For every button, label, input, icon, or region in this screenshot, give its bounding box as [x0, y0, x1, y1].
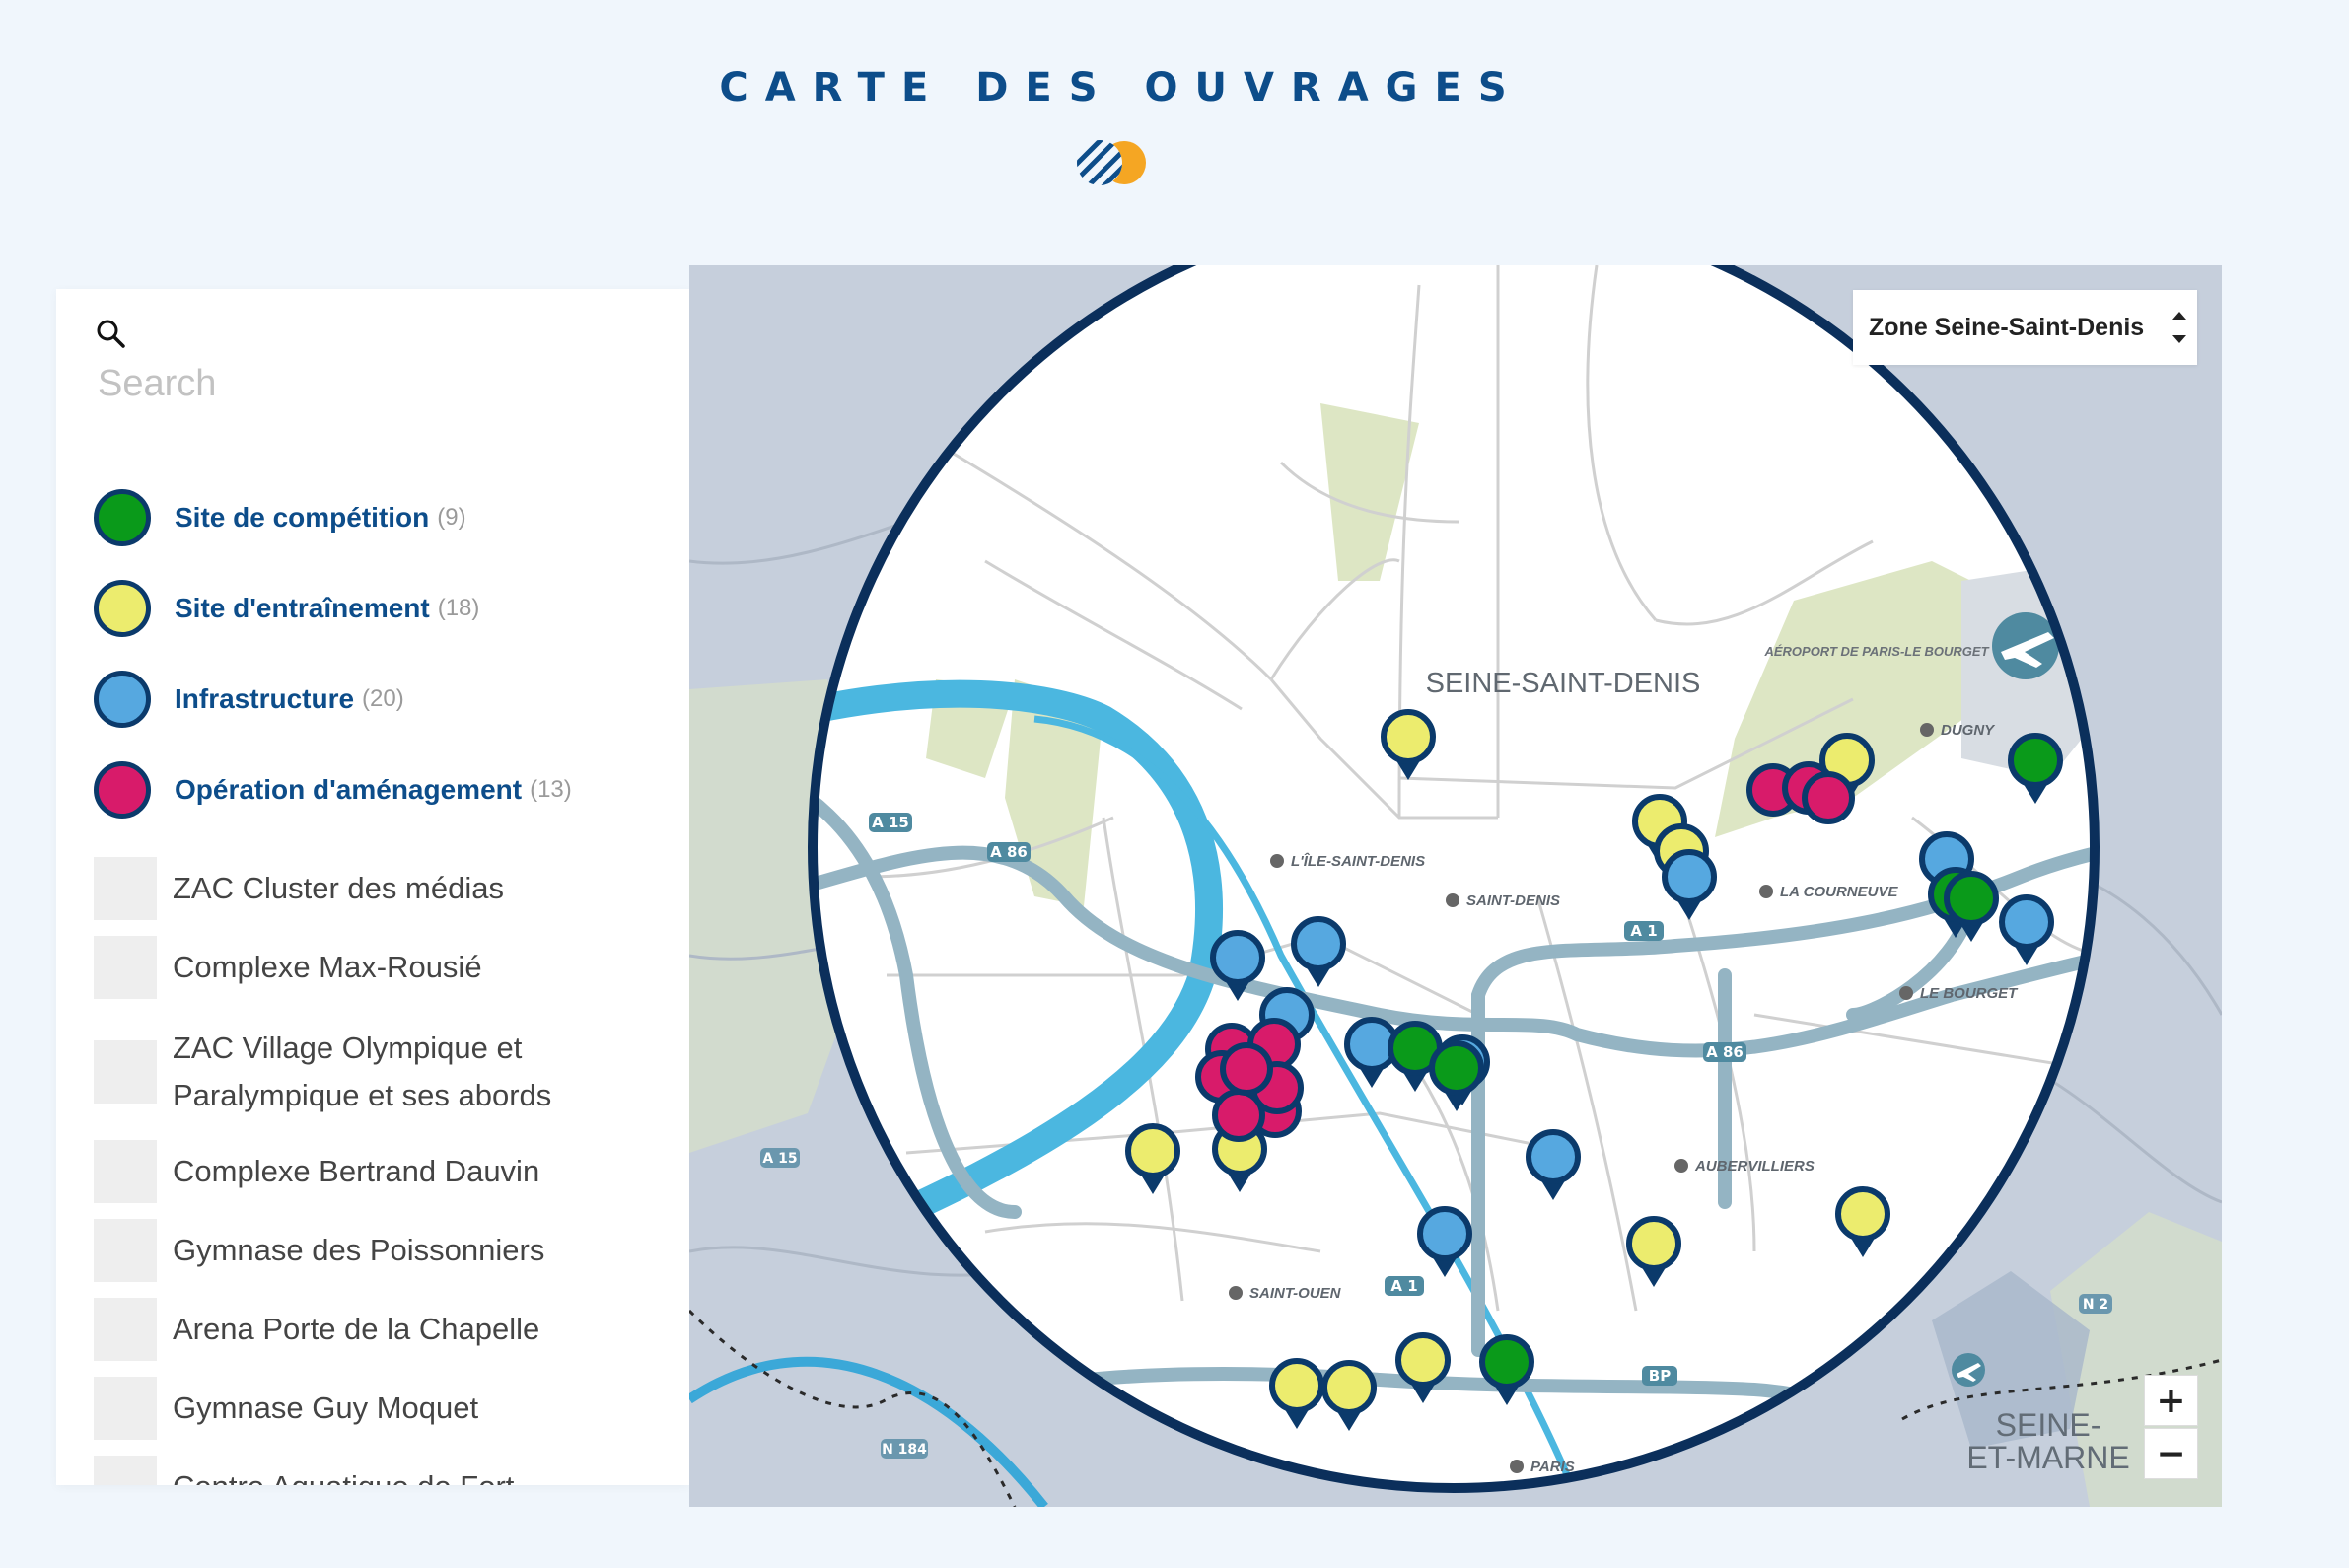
place-label: ZAC Village Olympique et Paralympique et…	[173, 1031, 552, 1112]
map-cluster-marker[interactable]	[1802, 771, 1855, 824]
list-item[interactable]: ZAC Cluster des médias	[94, 857, 676, 920]
outer-region-label: SEINE-	[1996, 1407, 2101, 1443]
zone-select-value: Zone Seine-Saint-Denis	[1869, 313, 2145, 341]
road-shield-label: N 2	[2083, 1297, 2108, 1313]
list-item[interactable]: Gymnase des Poissonniers	[94, 1219, 676, 1282]
checkbox[interactable]	[94, 1298, 157, 1361]
checkbox[interactable]	[94, 857, 157, 920]
legend-label: Site de compétition	[175, 502, 430, 533]
road-shield-label: A 86	[990, 843, 1028, 861]
checkbox[interactable]	[94, 1219, 157, 1282]
town-label: LA COURNEUVE	[1780, 884, 1898, 900]
town-label: L'ÎLE-SAINT-DENIS	[1291, 852, 1425, 870]
list-item[interactable]: Gymnase Guy Moquet	[94, 1377, 676, 1440]
legend-count: (9)	[437, 504, 466, 531]
search-icon[interactable]	[94, 317, 127, 350]
road-shield-label: A 86	[1706, 1043, 1744, 1061]
list-item[interactable]: Complexe Max-Rousié	[94, 936, 676, 999]
road-shield-label: N 184	[882, 1442, 927, 1458]
place-label: Arena Porte de la Chapelle	[173, 1312, 540, 1346]
road-shield-label: A 15	[872, 814, 909, 831]
town-label: LE BOURGET	[1920, 985, 2019, 1002]
place-label: Complexe Max-Rousié	[173, 950, 482, 984]
search-input[interactable]	[96, 358, 612, 409]
map-cluster-marker[interactable]	[1220, 1042, 1273, 1096]
road-shield-label: A 1	[1390, 1277, 1417, 1295]
infrastructure-dot-icon	[94, 671, 151, 728]
entrainement-dot-icon	[94, 580, 151, 637]
checkbox[interactable]	[94, 1140, 157, 1203]
checkbox[interactable]	[94, 936, 157, 999]
checkbox[interactable]	[94, 1040, 157, 1104]
legend-count: (20)	[362, 685, 404, 712]
legend-entrainement[interactable]: Site d'entraînement (18)	[94, 574, 666, 643]
checkbox[interactable]	[94, 1456, 157, 1485]
legend-competition[interactable]: Site de compétition (9)	[94, 483, 666, 552]
list-item[interactable]: Centre Aquatique de Fort	[94, 1456, 676, 1485]
road-shield-label: BP	[1649, 1367, 1671, 1385]
place-label: Gymnase Guy Moquet	[173, 1390, 479, 1425]
list-item[interactable]: ZAC Village Olympique et Paralympique et…	[94, 1025, 676, 1119]
outer-region-label: ET-MARNE	[1966, 1440, 2129, 1475]
road-shield-label: A 15	[762, 1151, 797, 1167]
competition-dot-icon	[94, 489, 151, 546]
map-viewport[interactable]: A 15 A 86 A 1 A 86 A 1 BP SEINE-SAINT-DE…	[689, 265, 2222, 1507]
list-item[interactable]: Arena Porte de la Chapelle	[94, 1298, 676, 1361]
checkbox[interactable]	[94, 1377, 157, 1440]
legend-count: (18)	[437, 595, 480, 621]
sidebar: Site de compétition (9) Site d'entraînem…	[56, 289, 689, 1485]
town-label: PARIS	[1530, 1459, 1575, 1475]
town-label: SAINT-DENIS	[1466, 892, 1560, 909]
region-label: SEINE-SAINT-DENIS	[1426, 668, 1701, 699]
legend-label: Infrastructure	[175, 683, 355, 714]
place-label: Centre Aquatique de Fort	[173, 1463, 514, 1485]
legend-amenagement[interactable]: Opération d'aménagement (13)	[94, 755, 666, 824]
road-shield-label: A 1	[1630, 922, 1657, 940]
place-label: ZAC Cluster des médias	[173, 871, 504, 905]
place-label: Complexe Bertrand Dauvin	[173, 1154, 540, 1188]
zone-select[interactable]: Zone Seine-Saint-Denis	[1853, 290, 2197, 365]
zoom-in-button[interactable]: +	[2144, 1375, 2198, 1426]
amenagement-dot-icon	[94, 761, 151, 819]
chevron-updown-icon	[2162, 290, 2197, 365]
legend-label: Opération d'aménagement	[175, 774, 523, 805]
logo-icon	[1077, 140, 1146, 185]
town-label: AUBERVILLIERS	[1694, 1158, 1815, 1175]
zoom-out-button[interactable]: −	[2144, 1428, 2198, 1479]
town-label: SAINT-OUEN	[1249, 1285, 1342, 1302]
legend-label: Site d'entraînement	[175, 593, 430, 623]
airport-label: AÉROPORT DE PARIS-LE BOURGET	[1763, 644, 1989, 659]
list-item[interactable]: Complexe Bertrand Dauvin	[94, 1140, 676, 1203]
legend-count: (13)	[530, 776, 572, 803]
town-label: DUGNY	[1941, 722, 1996, 739]
page-title: CARTE DES OUVRAGES	[719, 65, 1524, 110]
legend-infrastructure[interactable]: Infrastructure (20)	[94, 665, 666, 734]
map-canvas[interactable]: A 15 A 86 A 1 A 86 A 1 BP SEINE-SAINT-DE…	[689, 265, 2222, 1507]
place-label: Gymnase des Poissonniers	[173, 1233, 545, 1267]
